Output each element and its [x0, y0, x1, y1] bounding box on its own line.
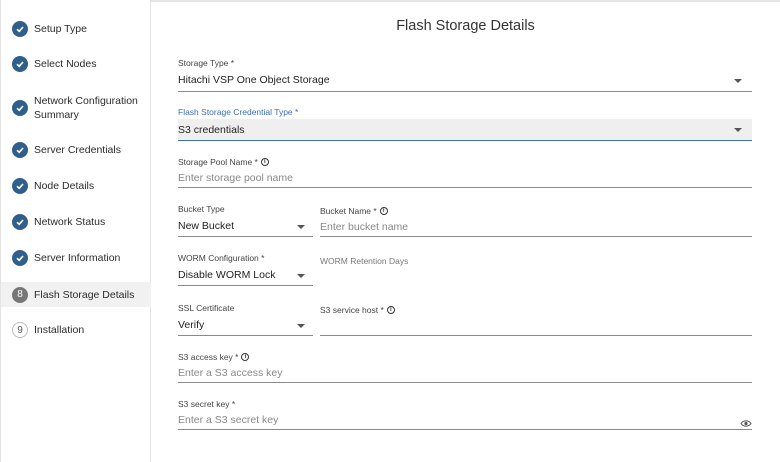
label-text: S3 access key * [178, 352, 239, 362]
step-flash-storage-details[interactable]: 8 Flash Storage Details [1, 282, 151, 307]
step-label-line-1: Network Configuration [34, 95, 138, 107]
field-underline [320, 236, 752, 237]
info-icon[interactable]: i [241, 353, 250, 361]
field-underline [178, 335, 313, 336]
step-label: Network Status [34, 216, 106, 228]
field-underline [178, 429, 752, 430]
check-icon [12, 56, 28, 72]
field-placeholder: Enter bucket name [320, 221, 409, 233]
field-label: Flash Storage Credential Type * [178, 107, 299, 117]
check-icon [12, 142, 28, 158]
step-installation[interactable]: 9 Installation [1, 319, 151, 341]
field-value: Hitachi VSP One Object Storage [178, 74, 330, 86]
step-network-configuration-summary[interactable]: Network Configuration Summary [1, 92, 151, 124]
field-value: Disable WORM Lock [178, 269, 276, 281]
step-setup-type[interactable]: Setup Type [1, 18, 151, 40]
step-label: Setup Type [34, 23, 87, 35]
info-icon[interactable]: i [386, 306, 395, 314]
step-server-information[interactable]: Server Information [1, 247, 151, 269]
field-placeholder: Enter a S3 secret key [178, 414, 279, 426]
field-label: S3 access key * i [178, 352, 752, 362]
info-icon[interactable]: i [260, 158, 269, 166]
label-text: Storage Pool Name * [178, 157, 258, 167]
worm-configuration-select[interactable]: WORM Configuration * Disable WORM Lock [178, 253, 313, 287]
field-underline [178, 285, 313, 286]
step-label: Server Information [34, 252, 121, 264]
field-underline [178, 140, 752, 141]
field-underline [320, 335, 752, 336]
step-number-badge: 8 [12, 286, 28, 303]
caret-down-icon [297, 274, 305, 278]
page-title: Flash Storage Details [396, 18, 535, 34]
step-label: Installation [34, 324, 85, 336]
caret-down-icon [297, 225, 305, 229]
step-server-credentials[interactable]: Server Credentials [1, 139, 151, 161]
field-placeholder: Enter a S3 access key [178, 367, 283, 379]
step-number-badge: 9 [12, 322, 28, 338]
field-label: S3 secret key * [178, 399, 236, 409]
field-value: Verify [178, 319, 205, 331]
field-label: WORM Configuration * [178, 253, 265, 263]
credential-type-select[interactable]: Flash Storage Credential Type * S3 crede… [178, 107, 752, 143]
s3-access-key-input[interactable]: S3 access key * i Enter a S3 access key [178, 352, 752, 384]
worm-retention-days-input[interactable]: WORM Retention Days [320, 256, 752, 286]
step-select-nodes[interactable]: Select Nodes [1, 53, 151, 75]
field-placeholder: Enter storage pool name [178, 172, 293, 184]
field-underline [178, 187, 752, 188]
ssl-certificate-select[interactable]: SSL Certificate Verify [178, 303, 313, 337]
step-label: Select Nodes [34, 58, 97, 70]
field-underline [178, 236, 313, 237]
bucket-type-select[interactable]: Bucket Type New Bucket [178, 204, 313, 238]
s3-service-host-input[interactable]: S3 service host * i [320, 305, 752, 337]
stepper-sidebar: Setup Type Select Nodes Network Configur… [0, 0, 151, 462]
info-icon[interactable]: i [379, 207, 388, 215]
check-icon [12, 178, 28, 194]
caret-down-icon [734, 79, 742, 83]
step-label: Node Details [34, 180, 95, 192]
field-underline [178, 382, 752, 383]
field-value: S3 credentials [178, 124, 245, 136]
main-content: Flash Storage Details Storage Type * Hit… [151, 0, 780, 462]
bucket-name-input[interactable]: Bucket Name * i Enter bucket name [320, 206, 752, 238]
step-node-details[interactable]: Node Details [1, 175, 151, 197]
check-icon [12, 100, 28, 116]
check-icon [12, 21, 28, 37]
field-label: S3 service host * i [320, 305, 752, 315]
field-fill [178, 119, 752, 141]
caret-down-icon [297, 324, 305, 328]
check-icon [12, 250, 28, 266]
caret-down-icon [734, 128, 742, 132]
field-label: Storage Pool Name * i [178, 157, 752, 167]
storage-type-select[interactable]: Storage Type * Hitachi VSP One Object St… [178, 58, 752, 93]
step-label: Network Configuration Summary [34, 94, 138, 122]
field-label: SSL Certificate [178, 303, 235, 313]
field-label: Bucket Name * i [320, 206, 752, 216]
storage-pool-name-input[interactable]: Storage Pool Name * i Enter storage pool … [178, 157, 752, 189]
step-label-line-2: Summary [34, 109, 79, 121]
label-text: Bucket Name * [320, 206, 377, 216]
field-label: WORM Retention Days [320, 256, 409, 266]
field-label: Storage Type * [178, 58, 235, 68]
eye-icon[interactable] [740, 415, 752, 433]
check-icon [12, 214, 28, 230]
label-text: S3 service host * [320, 305, 384, 315]
s3-secret-key-input[interactable]: S3 secret key * Enter a S3 secret key [178, 399, 752, 431]
field-underline [178, 91, 752, 92]
step-label: Server Credentials [34, 144, 121, 156]
step-network-status[interactable]: Network Status [1, 211, 151, 233]
field-value: New Bucket [178, 220, 235, 232]
field-label: Bucket Type [178, 204, 225, 214]
step-label: Flash Storage Details [34, 288, 135, 301]
